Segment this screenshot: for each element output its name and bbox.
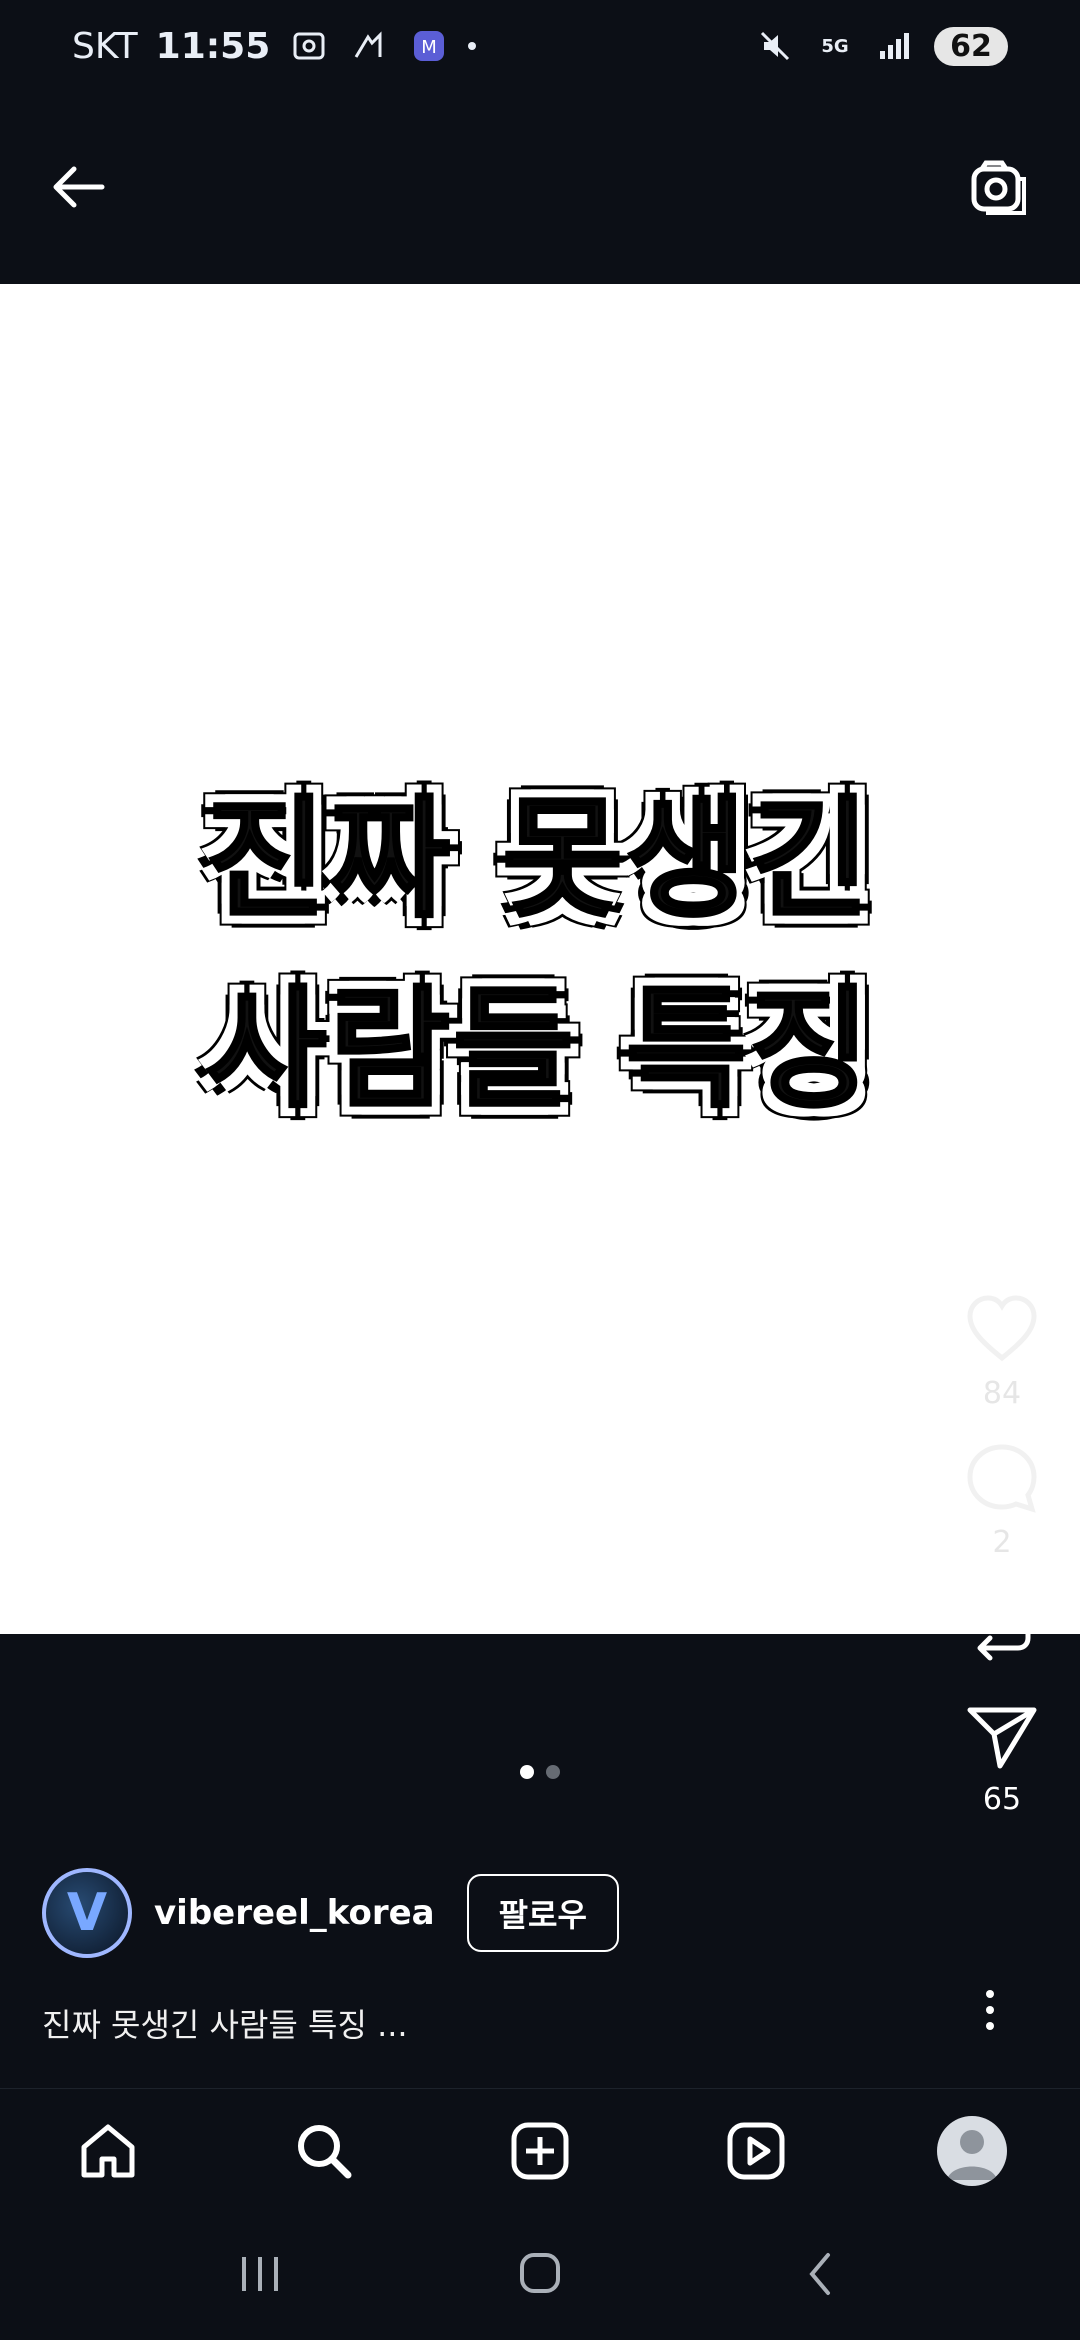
carrier-label: SKT (72, 25, 138, 67)
repost-button[interactable] (962, 1588, 1042, 1668)
comment-button[interactable]: 2 (962, 1439, 1042, 1560)
post-media[interactable]: 진짜 못생긴 사람들 특징 (0, 284, 1080, 1634)
svg-text:M: M (421, 37, 437, 58)
screenshot-icon (288, 25, 330, 67)
search-icon (298, 2125, 352, 2179)
back-system-button[interactable] (790, 2249, 850, 2303)
nav-profile[interactable] (927, 2106, 1017, 2196)
status-bar: SKT 11:55 M 5G 62 (0, 0, 1080, 92)
like-button[interactable]: 84 (962, 1290, 1042, 1411)
add-post-icon (511, 2122, 569, 2180)
system-nav-bar (0, 2212, 1080, 2340)
app-notification-icon (348, 25, 390, 67)
chevron-left-icon (809, 2253, 830, 2295)
carousel-dot-1 (520, 1765, 534, 1779)
like-count: 84 (982, 1376, 1022, 1411)
notification-dot-icon (468, 42, 477, 50)
nav-search[interactable] (279, 2106, 369, 2196)
camera-button[interactable] (952, 139, 1048, 235)
network-5g-icon: 5G (821, 35, 849, 57)
share-button[interactable]: 65 (962, 1696, 1042, 1817)
username[interactable]: vibereel_korea (154, 1893, 435, 1933)
comment-icon (967, 1444, 1037, 1513)
share-count: 65 (982, 1782, 1022, 1817)
top-bar (0, 92, 1080, 282)
profile-avatar (937, 2116, 1007, 2186)
media-title-text: 진짜 못생긴 사람들 특징 (204, 781, 874, 1127)
post-caption[interactable]: 진짜 못생긴 사람들 특징 ... (42, 2000, 408, 2046)
signal-icon (874, 25, 916, 67)
action-rail: 84 2 65 (942, 1290, 1062, 1845)
heart-icon (967, 1295, 1037, 1362)
recent-apps-button[interactable] (230, 2249, 290, 2303)
nav-create[interactable] (495, 2106, 585, 2196)
camera-icon (971, 160, 1026, 215)
home-icon (81, 2124, 135, 2178)
send-icon (967, 1707, 1037, 1769)
follow-button[interactable]: 팔로우 (466, 1874, 619, 1952)
carousel-dot-2 (546, 1765, 560, 1779)
arrow-left-icon (53, 166, 105, 208)
bottom-nav (0, 2088, 1080, 2213)
more-options-button[interactable] (970, 1980, 1010, 2040)
battery-indicator: 62 (934, 26, 1008, 66)
recent-apps-icon (242, 2257, 278, 2291)
post-author: V vibereel_korea 팔로우 (42, 1868, 619, 1958)
home-circle-icon (520, 2253, 560, 2293)
mute-icon (754, 25, 796, 67)
nav-reels[interactable] (711, 2106, 801, 2196)
comment-count: 2 (992, 1525, 1012, 1560)
avatar[interactable]: V (42, 1868, 132, 1958)
more-vertical-icon (986, 1990, 994, 1998)
home-system-button[interactable] (510, 2249, 570, 2303)
messenger-icon: M (408, 25, 450, 67)
nav-home[interactable] (63, 2106, 153, 2196)
carousel-indicator (0, 1765, 1080, 1779)
reels-icon (727, 2122, 785, 2180)
back-button[interactable] (32, 139, 128, 235)
repost-icon (973, 1595, 1031, 1661)
clock: 11:55 (155, 25, 271, 67)
